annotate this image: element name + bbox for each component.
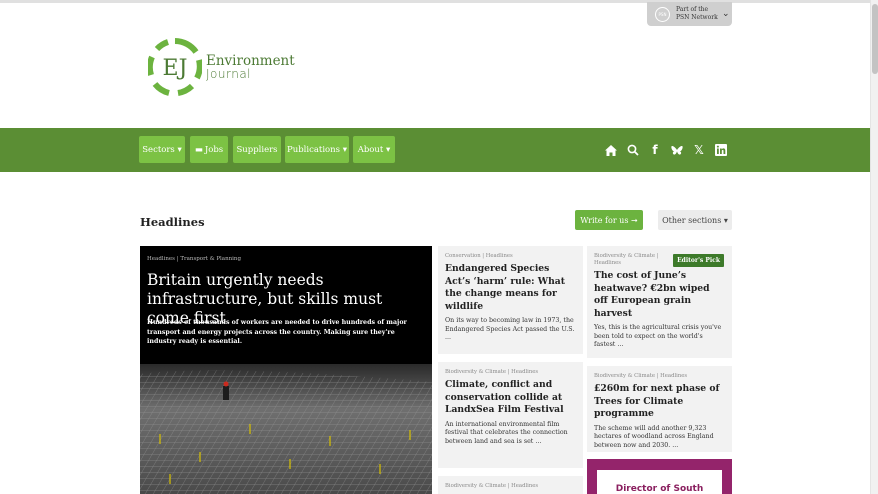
scrollbar[interactable] [870, 0, 878, 494]
chevron-down-icon: ⌄ [722, 9, 730, 19]
nav-jobs-label: Jobs [204, 144, 224, 155]
ej-logo-icon: EJ [148, 38, 202, 96]
nav-publications-button[interactable]: Publications ▾ [285, 136, 349, 163]
other-sections-dropdown[interactable]: Other sections ▾ [658, 210, 732, 230]
hero-category[interactable]: Headlines | Transport & Planning [147, 256, 241, 262]
psn-network-dropdown[interactable]: PSN Part of the PSN Network ⌄ [647, 2, 732, 26]
card-excerpt: Yes, this is the agricultural crisis you… [594, 324, 722, 348]
card-title[interactable]: Climate, conflict and conservation colli… [445, 379, 576, 417]
briefcase-icon: ▬ [194, 144, 203, 155]
card-title[interactable]: The cost of June’s heatwave? €2bn wiped … [594, 270, 725, 320]
section-title: Headlines [140, 215, 205, 229]
article-card[interactable]: Editor's Pick Biodiversity & Climate | H… [587, 246, 732, 358]
bluesky-icon[interactable] [671, 143, 683, 157]
facebook-icon[interactable]: f [649, 143, 661, 157]
card-excerpt: On its way to becoming law in 1973, the … [445, 317, 575, 341]
article-card[interactable]: Conservation | Headlines Endangered Spec… [438, 246, 583, 354]
hero-image[interactable] [140, 364, 432, 494]
card-title[interactable]: £260m for next phase of Trees for Climat… [594, 383, 725, 421]
nav-jobs-button[interactable]: ▬ Jobs [190, 136, 228, 163]
logo-line2: Journal [206, 66, 252, 81]
card-category[interactable]: Biodiversity & Climate | Headlines [445, 369, 576, 376]
site-logo[interactable]: EJ Environment Journal [148, 38, 295, 96]
main-nav: Sectors ▾ ▬ Jobs Suppliers Publications ▾… [0, 128, 870, 172]
scrollbar-thumb[interactable] [872, 4, 878, 74]
logo-line1: Environment [206, 52, 295, 69]
article-card[interactable]: Biodiversity & Climate | Headlines Clima… [438, 362, 583, 468]
editors-pick-badge: Editor's Pick [673, 254, 724, 267]
linkedin-icon[interactable] [715, 143, 727, 157]
card-category[interactable]: Biodiversity & Climate | Headlines [445, 483, 576, 490]
home-icon[interactable] [605, 143, 617, 157]
ad-headline[interactable]: Director of South [587, 484, 732, 494]
hero-article[interactable]: Headlines | Transport & Planning Britain… [140, 246, 432, 494]
card-title[interactable]: Endangered Species Act’s ‘harm’ rule: Wh… [445, 263, 576, 313]
nav-suppliers-button[interactable]: Suppliers [233, 136, 281, 163]
logo-letters: EJ [163, 56, 188, 81]
x-icon[interactable]: 𝕏 [693, 143, 705, 157]
card-excerpt: The scheme will add another 9,323 hectar… [594, 424, 714, 449]
top-border [0, 0, 878, 3]
hero-summary: Hundreds of thousands of workers are nee… [147, 319, 407, 345]
card-category[interactable]: Conservation | Headlines [445, 253, 576, 260]
nav-about-button[interactable]: About ▾ [353, 136, 395, 163]
article-card[interactable]: Biodiversity & Climate | Headlines [438, 476, 583, 494]
psn-logo-icon: PSN [655, 6, 670, 22]
nav-sectors-button[interactable]: Sectors ▾ [139, 136, 185, 163]
card-category[interactable]: Biodiversity & Climate | Headlines [594, 253, 679, 267]
write-for-us-button[interactable]: Write for us ➞ [575, 210, 643, 230]
card-category[interactable]: Biodiversity & Climate | Headlines [594, 373, 725, 380]
card-excerpt: An international environmental film fest… [445, 420, 568, 445]
article-card[interactable]: Biodiversity & Climate | Headlines £260m… [587, 366, 732, 452]
psn-network-label: Part of the PSN Network [676, 6, 718, 21]
search-icon[interactable] [627, 143, 639, 157]
